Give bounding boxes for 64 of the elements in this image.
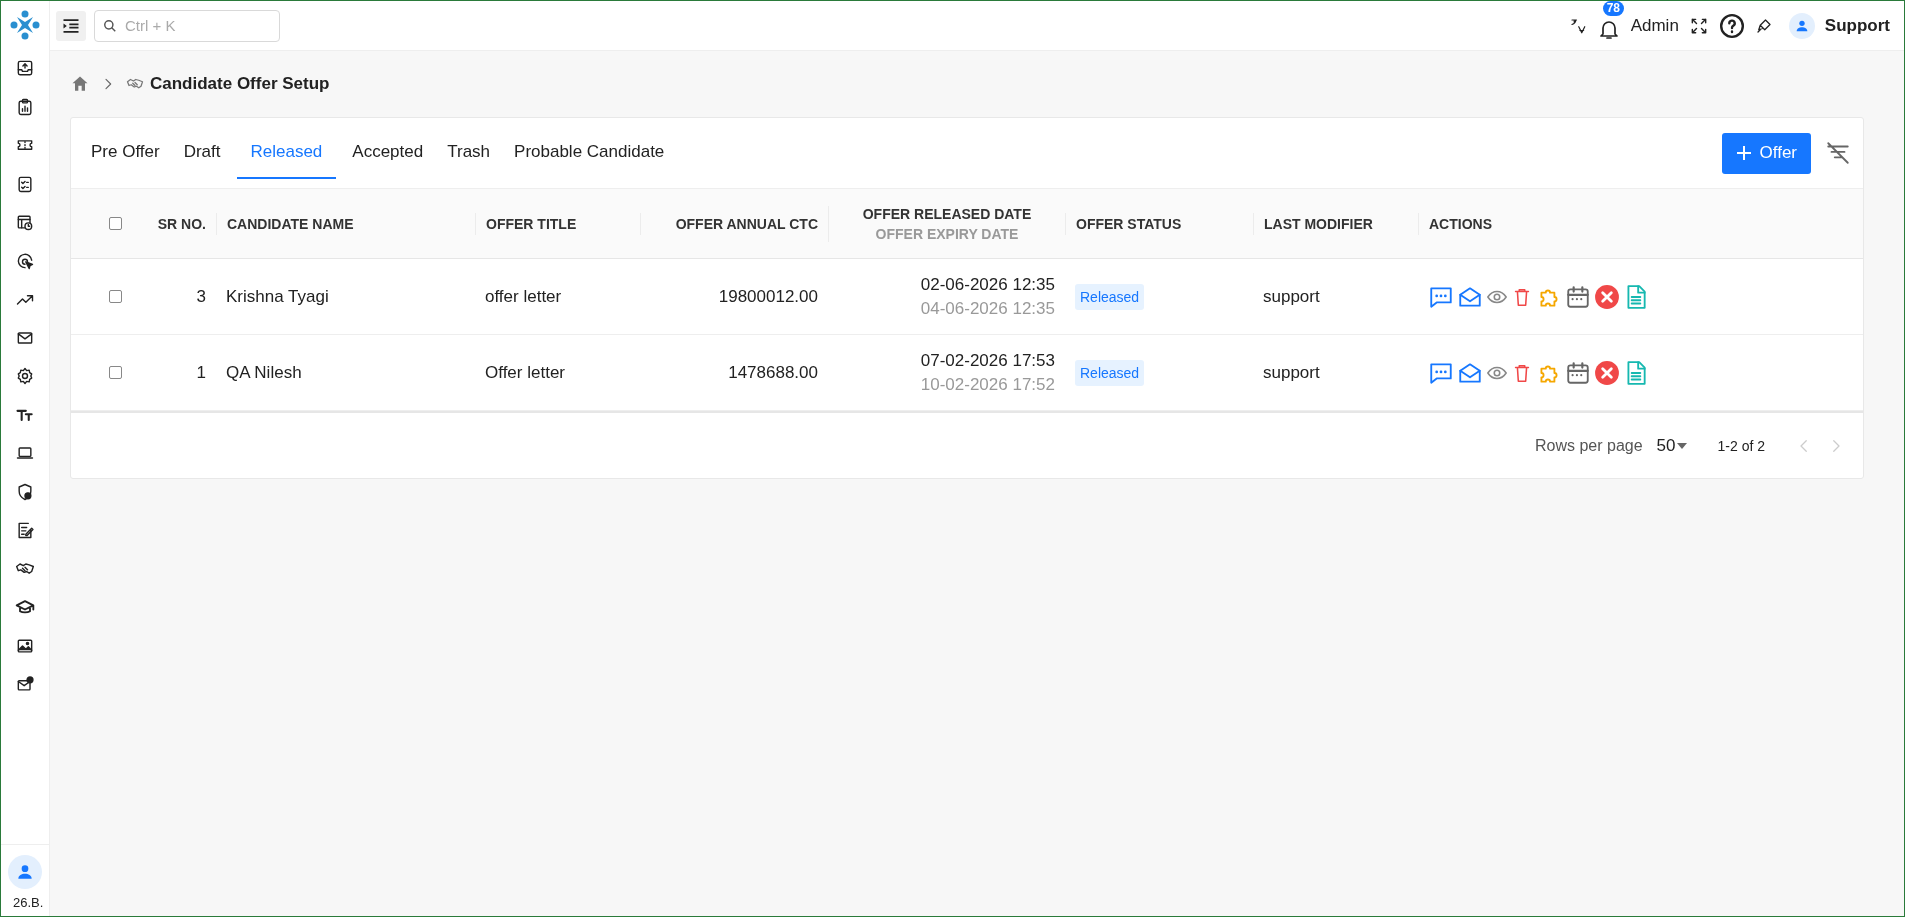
role-label[interactable]: Admin <box>1630 15 1679 36</box>
calendar-clock-icon[interactable] <box>15 212 35 233</box>
tab[interactable]: Pre Offer <box>83 127 168 179</box>
table-cell-text: QA Nilesh <box>225 362 303 383</box>
table-cell-text: offer letter <box>484 286 563 307</box>
column-header: CANDIDATE NAME <box>227 215 354 232</box>
clipboard-chart-icon[interactable] <box>15 96 35 117</box>
menu-button[interactable] <box>56 10 86 41</box>
column-header: LAST MODIFIER <box>1264 215 1373 232</box>
calendar-icon[interactable] <box>1565 283 1591 310</box>
status-badge: Released <box>1075 283 1145 310</box>
shield-icon[interactable] <box>15 481 35 502</box>
column-header: OFFER RELEASED DATE <box>862 205 1032 222</box>
rows-per-page-label: Rows per page <box>1534 436 1643 455</box>
status-badge: Released <box>1075 359 1145 386</box>
cancel-icon[interactable] <box>1594 283 1620 310</box>
search-icon <box>103 18 117 33</box>
table-cell-text: 3 <box>195 286 207 307</box>
table-cell-text: support <box>1262 362 1321 383</box>
search-box[interactable]: Ctrl + K <box>94 9 280 42</box>
logo-icon[interactable] <box>9 9 41 41</box>
checkbox[interactable] <box>109 290 122 303</box>
help-icon[interactable] <box>1718 12 1745 39</box>
filter-off-icon <box>1825 140 1851 166</box>
tab[interactable]: Draft <box>175 127 229 179</box>
column-header: OFFER ANNUAL CTC <box>675 215 818 232</box>
user-avatar[interactable] <box>1788 12 1815 39</box>
page-range: 1-2 of 2 <box>1717 437 1765 454</box>
tab[interactable]: Trash <box>439 127 499 179</box>
search-field[interactable]: Ctrl + K <box>123 16 267 35</box>
calendar-icon[interactable] <box>1565 359 1591 386</box>
column-header: OFFER EXPIRY DATE <box>875 225 1019 242</box>
table-cell-text: Offer letter <box>484 362 566 383</box>
notification-count: 78 <box>1602 1 1624 16</box>
page-title: Candidate Offer Setup <box>150 74 330 94</box>
table-cell: 10-02-2026 17:52 <box>920 374 1055 395</box>
column-header: ACTIONS <box>1429 215 1492 232</box>
tab[interactable]: Probable Candidate <box>506 127 673 179</box>
plus-icon <box>1735 145 1752 161</box>
column-header: OFFER STATUS <box>1076 215 1182 232</box>
rows-per-page-select[interactable]: 50 <box>1656 435 1688 456</box>
user-avatar[interactable] <box>8 855 42 889</box>
column-header: OFFER TITLE <box>486 215 577 232</box>
table-cell-text: 19800012.00 <box>717 286 819 307</box>
tab[interactable]: Accepted <box>344 127 432 179</box>
add-offer-button[interactable]: Offer <box>1721 132 1811 174</box>
version-label: 26.B. <box>13 895 44 910</box>
checkbox[interactable] <box>109 217 122 230</box>
home-icon[interactable] <box>70 74 90 94</box>
checkbox[interactable] <box>109 366 122 379</box>
column-header: SR NO. <box>157 215 206 232</box>
cancel-icon[interactable] <box>1594 359 1620 386</box>
tab[interactable]: Released <box>236 127 337 179</box>
table-cell: 02-06-2026 12:35 <box>920 274 1055 295</box>
table-cell-text: 1 <box>195 362 207 383</box>
table-cell-text: Krishna Tyagi <box>225 286 330 307</box>
table-cell-text: support <box>1262 286 1321 307</box>
table-cell: 04-06-2026 12:35 <box>920 298 1055 319</box>
user-name[interactable]: Support <box>1824 15 1890 36</box>
note-edit-icon[interactable] <box>15 520 35 541</box>
table-cell-text: 1478688.00 <box>727 362 819 383</box>
settings-icon[interactable] <box>15 366 35 387</box>
caret-icon <box>1675 440 1688 451</box>
table-cell: 07-02-2026 17:53 <box>920 350 1055 371</box>
